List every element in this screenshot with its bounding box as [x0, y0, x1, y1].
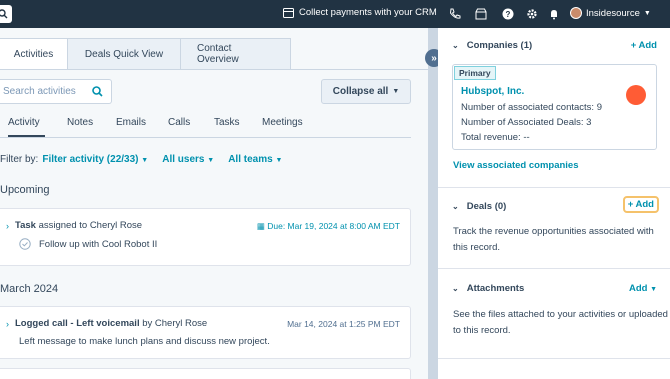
- calendar-icon: ▦: [256, 221, 268, 231]
- upcoming-heading: Upcoming: [0, 184, 50, 196]
- companies-heading: Companies (1): [466, 40, 533, 51]
- tab-emails[interactable]: Emails: [116, 115, 146, 137]
- account-menu[interactable]: Insidesource ▼: [570, 7, 651, 19]
- tab-contact-overview[interactable]: Contact Overview: [181, 38, 291, 70]
- tab-tasks[interactable]: Tasks: [214, 115, 240, 137]
- chevron-right-icon: ›: [6, 220, 9, 231]
- search-placeholder: Search activities: [3, 86, 76, 97]
- activity-type-tabs: Activity Notes Emails Calls Tasks Meetin…: [0, 115, 411, 138]
- call-header[interactable]: › Logged call - Left voicemail by Cheryl…: [6, 318, 207, 329]
- search-activities-input[interactable]: Search activities: [0, 79, 112, 104]
- view-associated-companies-link[interactable]: View associated companies: [453, 160, 579, 171]
- all-users-label: All users: [162, 154, 205, 165]
- caret-down-icon: ▼: [650, 286, 657, 293]
- chevron-right-icon: ›: [6, 318, 9, 329]
- search-icon: [92, 86, 103, 97]
- collect-payments-label: Collect payments with your CRM: [299, 7, 437, 18]
- marketplace-icon[interactable]: [475, 8, 487, 20]
- help-icon[interactable]: ?: [502, 8, 514, 20]
- deals-description: Track the revenue opportunities associat…: [453, 226, 654, 253]
- caret-down-icon: ▼: [141, 157, 149, 164]
- attachments-header[interactable]: ⌄ Attachments: [452, 283, 524, 294]
- account-name: Insidesource: [586, 7, 640, 19]
- deals-heading: Deals (0): [466, 201, 507, 212]
- hubspot-logo-icon: [626, 85, 646, 105]
- chevron-down-icon: ⌄: [452, 284, 459, 293]
- filter-label: Filter by:: [0, 154, 39, 165]
- company-card: Primary Hubspot, Inc. Number of associat…: [452, 64, 657, 150]
- associated-contacts: Number of associated contacts: 9: [461, 102, 602, 113]
- record-tabs: Activities Deals Quick View Contact Over…: [0, 38, 291, 70]
- task-complete-checkbox-icon[interactable]: [19, 238, 31, 250]
- add-company-button[interactable]: + Add: [631, 40, 657, 51]
- add-deal-button[interactable]: + Add: [622, 196, 659, 213]
- add-attachment-dropdown[interactable]: Add ▼: [629, 283, 657, 294]
- chevron-down-icon: ▼: [643, 9, 651, 17]
- task-type: Task: [15, 220, 36, 231]
- task-body: Follow up with Cool Robot II: [19, 238, 157, 250]
- collapse-all-button[interactable]: Collapse all ▼: [321, 79, 411, 104]
- task-card: › Task assigned to Cheryl Rose ▦ Due: Ma…: [0, 208, 411, 266]
- tab-calls[interactable]: Calls: [168, 115, 193, 137]
- task-assignee: assigned to Cheryl Rose: [38, 220, 143, 231]
- association-sidebar: ⌄ Companies (1) + Add Primary Hubspot, I…: [438, 28, 670, 379]
- deals-header[interactable]: ⌄ Deals (0): [452, 201, 506, 212]
- total-revenue: Total revenue: --: [461, 132, 530, 143]
- filter-activity-dropdown[interactable]: Filter activity (22/33) ▼: [42, 154, 148, 165]
- attachments-section: ⌄ Attachments Add ▼ See the files attach…: [438, 269, 670, 359]
- task-header[interactable]: › Task assigned to Cheryl Rose: [6, 220, 142, 231]
- double-chevron-right-icon: »: [431, 52, 437, 64]
- task-title: Follow up with Cool Robot II: [39, 238, 158, 250]
- call-author: by Cheryl Rose: [142, 318, 208, 329]
- search-icon: [0, 9, 8, 19]
- tab-notes[interactable]: Notes: [67, 115, 95, 137]
- activity-panel: Activities Deals Quick View Contact Over…: [0, 28, 428, 379]
- calling-icon[interactable]: [449, 8, 461, 20]
- primary-tag: Primary: [454, 66, 496, 80]
- company-name-link[interactable]: Hubspot, Inc.: [461, 86, 524, 97]
- task-due-date: ▦ Due: Mar 19, 2024 at 8:00 AM EDT: [257, 221, 400, 232]
- collapse-all-label: Collapse all: [332, 86, 389, 97]
- top-navigation-bar: Collect payments with your CRM ? Insides…: [0, 0, 670, 28]
- call-date: Mar 14, 2024 at 1:25 PM EDT: [287, 319, 400, 329]
- chevron-down-icon: ⌄: [452, 41, 459, 50]
- month-heading: March 2024: [0, 283, 59, 295]
- call-body: Left message to make lunch plans and dis…: [19, 336, 270, 347]
- companies-header[interactable]: ⌄ Companies (1): [452, 40, 532, 51]
- call-card: › Logged call - Left voicemail by Cheryl…: [0, 306, 411, 359]
- filter-row: Filter by: Filter activity (22/33) ▼ All…: [0, 154, 282, 165]
- caret-down-icon: ▼: [275, 157, 283, 164]
- tab-activity[interactable]: Activity: [8, 115, 45, 137]
- attachments-description: See the files attached to your activitie…: [453, 309, 668, 336]
- call-type: Logged call - Left voicemail: [15, 318, 140, 329]
- crm-payments-icon: [283, 7, 294, 18]
- settings-gear-icon[interactable]: [526, 8, 538, 20]
- caret-down-icon: ▼: [392, 88, 400, 95]
- all-users-dropdown[interactable]: All users ▼: [162, 154, 214, 165]
- associated-deals: Number of Associated Deals: 3: [461, 117, 592, 128]
- collect-payments-button[interactable]: Collect payments with your CRM: [283, 7, 437, 18]
- task-due-text: Due: Mar 19, 2024 at 8:00 AM EDT: [267, 221, 400, 231]
- panel-divider: [428, 28, 438, 379]
- tab-deals-quick-view[interactable]: Deals Quick View: [68, 38, 181, 70]
- activity-card-partial: [0, 368, 411, 379]
- all-teams-label: All teams: [228, 154, 273, 165]
- avatar: [570, 7, 582, 19]
- caret-down-icon: ▼: [207, 157, 215, 164]
- attachments-heading: Attachments: [466, 283, 525, 294]
- deals-section: ⌄ Deals (0) + Add Track the revenue oppo…: [438, 188, 670, 269]
- notifications-bell-icon[interactable]: [548, 8, 560, 20]
- svg-text:?: ?: [506, 10, 511, 19]
- tab-activities[interactable]: Activities: [0, 38, 68, 70]
- companies-section: ⌄ Companies (1) + Add Primary Hubspot, I…: [438, 28, 670, 188]
- global-search-button[interactable]: [0, 5, 12, 23]
- add-attachment-label: Add: [628, 283, 648, 294]
- chevron-down-icon: ⌄: [452, 202, 459, 211]
- all-teams-dropdown[interactable]: All teams ▼: [228, 154, 282, 165]
- tab-meetings[interactable]: Meetings: [262, 115, 303, 137]
- filter-activity-label: Filter activity (22/33): [42, 154, 139, 165]
